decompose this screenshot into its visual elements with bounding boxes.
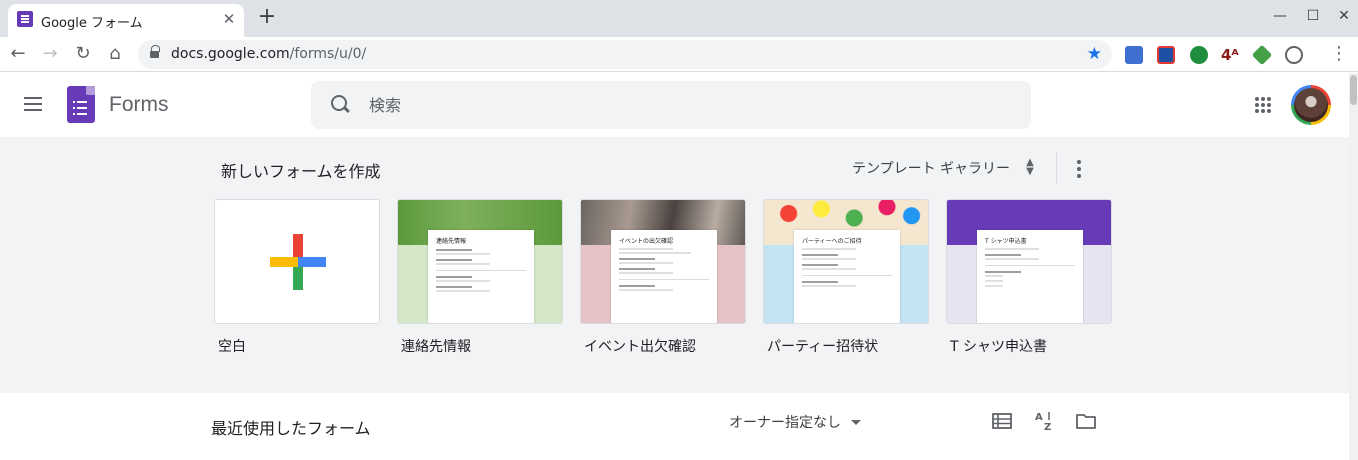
template-label[interactable]: パーティー招待状	[767, 336, 878, 356]
folder-icon[interactable]	[1076, 411, 1096, 431]
search-input[interactable]	[369, 93, 1009, 117]
close-window-button[interactable]: ✕	[1336, 8, 1352, 24]
browser-toolbar: ← → ↻ ⌂ docs.google.com/forms/u/0/ ★ 4ᴬ …	[0, 37, 1358, 72]
template-card-blank[interactable]	[214, 199, 380, 324]
owner-filter-dropdown[interactable]: オーナー指定なし	[729, 412, 841, 432]
template-section-title: 新しいフォームを作成	[221, 162, 381, 181]
template-preview: 連絡先情報	[428, 230, 534, 323]
unfold-more-icon[interactable]: ▲ ▼	[1023, 158, 1037, 178]
recent-forms-title: 最近使用したフォーム	[211, 419, 371, 438]
new-tab-button[interactable]: +	[256, 6, 278, 28]
lock-icon	[150, 45, 160, 59]
extension-hangouts-icon[interactable]	[1190, 46, 1208, 64]
template-label[interactable]: 連絡先情報	[401, 336, 471, 356]
address-bar[interactable]: docs.google.com/forms/u/0/ ★	[138, 40, 1112, 69]
reload-icon[interactable]: ↻	[73, 44, 93, 64]
template-preview: T シャツ申込書	[977, 230, 1083, 323]
maximize-button[interactable]: ☐	[1305, 8, 1321, 24]
divider	[1056, 152, 1057, 184]
browser-tab-strip: Google フォーム ✕ + — ☐ ✕	[0, 0, 1358, 37]
apps-grid-icon[interactable]	[1255, 97, 1271, 113]
list-view-icon[interactable]	[992, 411, 1012, 431]
app-name[interactable]: Forms	[109, 93, 169, 117]
template-preview: イベントの出欠確認	[611, 230, 717, 323]
more-vert-icon[interactable]	[1076, 160, 1082, 178]
extension-evernote-icon[interactable]	[1251, 44, 1273, 66]
template-card-party[interactable]: パーティーへのご招待	[763, 199, 929, 324]
search-bar[interactable]	[311, 81, 1031, 129]
template-card-event[interactable]: イベントの出欠確認	[580, 199, 746, 324]
home-icon[interactable]: ⌂	[105, 44, 125, 64]
tab-close-icon[interactable]: ✕	[221, 10, 237, 28]
search-icon[interactable]	[331, 95, 351, 115]
template-section: 新しいフォームを作成 テンプレート ギャラリー ▲ ▼ 空白 連絡先情報 連絡先情…	[0, 137, 1349, 393]
extension-account-icon[interactable]	[1285, 46, 1303, 64]
page-scrollbar[interactable]	[1349, 73, 1358, 460]
dropdown-arrow-icon[interactable]	[851, 420, 861, 425]
sort-az-icon[interactable]: A Z	[1034, 411, 1054, 431]
template-label[interactable]: イベント出欠確認	[584, 336, 696, 356]
back-icon[interactable]: ←	[8, 44, 28, 64]
template-gallery-button[interactable]: テンプレート ギャラリー	[852, 158, 1010, 178]
template-label[interactable]: 空白	[218, 336, 246, 356]
minimize-button[interactable]: —	[1272, 8, 1288, 24]
template-label[interactable]: T シャツ申込書	[950, 336, 1047, 356]
svg-text:Z: Z	[1044, 422, 1051, 431]
forms-favicon-icon	[17, 11, 33, 27]
extension-4-icon[interactable]: 4ᴬ	[1221, 46, 1239, 64]
template-preview: パーティーへのご招待	[794, 230, 900, 323]
bookmark-star-icon[interactable]: ★	[1087, 44, 1102, 64]
forms-header: Forms	[0, 73, 1358, 137]
account-avatar[interactable]	[1291, 85, 1331, 125]
tab-title: Google フォーム	[41, 16, 143, 31]
extension-calendar-icon[interactable]	[1125, 46, 1143, 64]
browser-menu-icon[interactable]: ⋮	[1329, 44, 1349, 64]
template-card-contact[interactable]: 連絡先情報	[397, 199, 563, 324]
forms-logo-icon[interactable]	[67, 86, 95, 123]
url-text: docs.google.com/forms/u/0/	[171, 46, 367, 62]
forward-icon[interactable]: →	[40, 44, 60, 64]
template-card-tshirt[interactable]: T シャツ申込書	[946, 199, 1112, 324]
browser-tab[interactable]: Google フォーム ✕	[8, 4, 244, 37]
extension-bookmark-icon[interactable]	[1157, 46, 1175, 64]
hamburger-menu-icon[interactable]	[24, 97, 42, 111]
svg-text:A: A	[1035, 412, 1043, 423]
plus-icon	[270, 234, 326, 290]
